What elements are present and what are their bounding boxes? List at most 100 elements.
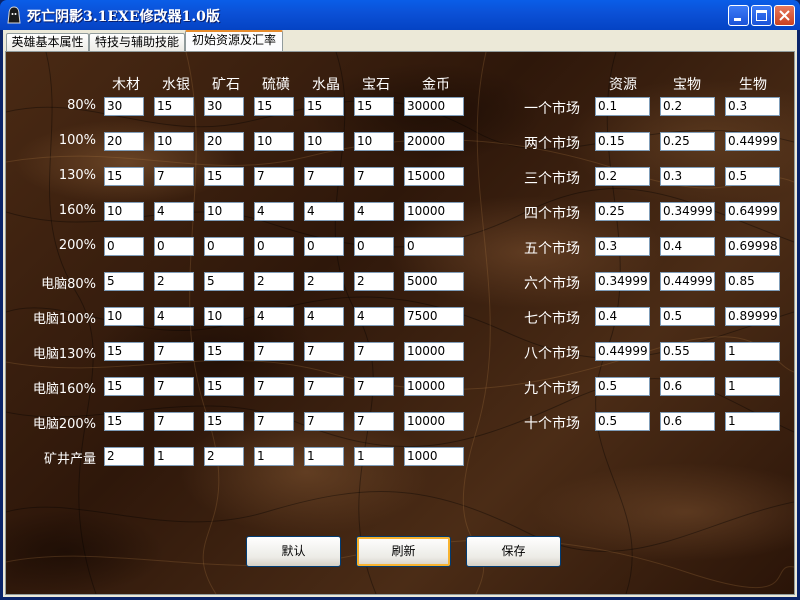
resource-input[interactable]: 15 xyxy=(204,167,244,186)
resource-input[interactable]: 5000 xyxy=(404,272,464,291)
resource-input[interactable]: 15 xyxy=(104,167,144,186)
exchange-rate-input[interactable]: 0.44999 xyxy=(595,342,650,361)
resource-input[interactable]: 1 xyxy=(154,447,194,466)
exchange-rate-input[interactable]: 0.89999 xyxy=(725,307,780,326)
resource-input[interactable]: 7 xyxy=(304,377,344,396)
resource-input[interactable]: 7 xyxy=(354,377,394,396)
resource-input[interactable]: 2 xyxy=(304,272,344,291)
resource-input[interactable]: 5 xyxy=(104,272,144,291)
resource-input[interactable]: 4 xyxy=(154,307,194,326)
exchange-rate-input[interactable]: 0.3 xyxy=(595,237,650,256)
resource-input[interactable]: 10 xyxy=(104,307,144,326)
resource-input[interactable]: 10000 xyxy=(404,412,464,431)
resource-input[interactable]: 4 xyxy=(254,307,294,326)
exchange-rate-input[interactable]: 0.69998 xyxy=(725,237,780,256)
exchange-rate-input[interactable]: 0.64999 xyxy=(725,202,780,221)
exchange-rate-input[interactable]: 0.3 xyxy=(660,167,715,186)
resource-input[interactable]: 30000 xyxy=(404,97,464,116)
resource-input[interactable]: 4 xyxy=(354,202,394,221)
resource-input[interactable]: 4 xyxy=(304,202,344,221)
exchange-rate-input[interactable]: 0.5 xyxy=(595,377,650,396)
resource-input[interactable]: 10000 xyxy=(404,202,464,221)
resource-input[interactable]: 7 xyxy=(254,167,294,186)
resource-input[interactable]: 7 xyxy=(304,342,344,361)
resource-input[interactable]: 2 xyxy=(154,272,194,291)
exchange-rate-input[interactable]: 0.85 xyxy=(725,272,780,291)
resource-input[interactable]: 7 xyxy=(154,412,194,431)
exchange-rate-input[interactable]: 0.25 xyxy=(595,202,650,221)
resource-input[interactable]: 10000 xyxy=(404,377,464,396)
exchange-rate-input[interactable]: 0.2 xyxy=(595,167,650,186)
resource-input[interactable]: 15 xyxy=(104,377,144,396)
exchange-rate-input[interactable]: 0.6 xyxy=(660,412,715,431)
resource-input[interactable]: 7 xyxy=(254,342,294,361)
resource-input[interactable]: 4 xyxy=(254,202,294,221)
resource-input[interactable]: 2 xyxy=(254,272,294,291)
resource-input[interactable]: 4 xyxy=(304,307,344,326)
resource-input[interactable]: 7 xyxy=(254,377,294,396)
title-bar[interactable]: 死亡阴影3.1EXE修改器1.0版 xyxy=(0,0,800,30)
resource-input[interactable]: 7 xyxy=(354,167,394,186)
resource-input[interactable]: 15 xyxy=(354,97,394,116)
exchange-rate-input[interactable]: 0.44999 xyxy=(725,132,780,151)
exchange-rate-input[interactable]: 0.1 xyxy=(595,97,650,116)
maximize-button[interactable] xyxy=(751,5,772,26)
exchange-rate-input[interactable]: 0.15 xyxy=(595,132,650,151)
tab-resources-rates[interactable]: 初始资源及汇率 xyxy=(185,30,283,51)
exchange-rate-input[interactable]: 0.6 xyxy=(660,377,715,396)
exchange-rate-input[interactable]: 1 xyxy=(725,342,780,361)
resource-input[interactable]: 10 xyxy=(354,132,394,151)
resource-input[interactable]: 0 xyxy=(354,237,394,256)
exchange-rate-input[interactable]: 1 xyxy=(725,412,780,431)
resource-input[interactable]: 30 xyxy=(204,97,244,116)
resource-input[interactable]: 7 xyxy=(154,342,194,361)
exchange-rate-input[interactable]: 0.55 xyxy=(660,342,715,361)
resource-input[interactable]: 0 xyxy=(204,237,244,256)
resource-input[interactable]: 15 xyxy=(104,342,144,361)
resource-input[interactable]: 10 xyxy=(304,132,344,151)
resource-input[interactable]: 20 xyxy=(204,132,244,151)
exchange-rate-input[interactable]: 0.5 xyxy=(595,412,650,431)
resource-input[interactable]: 7 xyxy=(154,167,194,186)
exchange-rate-input[interactable]: 0.3 xyxy=(725,97,780,116)
resource-input[interactable]: 10 xyxy=(104,202,144,221)
resource-input[interactable]: 0 xyxy=(304,237,344,256)
resource-input[interactable]: 10 xyxy=(204,307,244,326)
resource-input[interactable]: 5 xyxy=(204,272,244,291)
exchange-rate-input[interactable]: 0.5 xyxy=(660,307,715,326)
resource-input[interactable]: 7 xyxy=(304,412,344,431)
resource-input[interactable]: 2 xyxy=(354,272,394,291)
exchange-rate-input[interactable]: 0.34999 xyxy=(660,202,715,221)
resource-input[interactable]: 10 xyxy=(204,202,244,221)
resource-input[interactable]: 30 xyxy=(104,97,144,116)
resource-input[interactable]: 15000 xyxy=(404,167,464,186)
exchange-rate-input[interactable]: 0.5 xyxy=(725,167,780,186)
exchange-rate-input[interactable]: 0.25 xyxy=(660,132,715,151)
resource-input[interactable]: 15 xyxy=(204,377,244,396)
resource-input[interactable]: 20 xyxy=(104,132,144,151)
close-button[interactable] xyxy=(774,5,795,26)
resource-input[interactable]: 0 xyxy=(154,237,194,256)
resource-input[interactable]: 15 xyxy=(304,97,344,116)
resource-input[interactable]: 10000 xyxy=(404,342,464,361)
resource-input[interactable]: 7 xyxy=(154,377,194,396)
resource-input[interactable]: 10 xyxy=(254,132,294,151)
resource-input[interactable]: 15 xyxy=(204,342,244,361)
exchange-rate-input[interactable]: 0.34999 xyxy=(595,272,650,291)
resource-input[interactable]: 0 xyxy=(404,237,464,256)
exchange-rate-input[interactable]: 1 xyxy=(725,377,780,396)
resource-input[interactable]: 7 xyxy=(354,412,394,431)
resource-input[interactable]: 7500 xyxy=(404,307,464,326)
tab-specialty-skills[interactable]: 特技与辅助技能 xyxy=(89,33,185,51)
resource-input[interactable]: 1 xyxy=(354,447,394,466)
resource-input[interactable]: 20000 xyxy=(404,132,464,151)
resource-input[interactable]: 4 xyxy=(354,307,394,326)
resource-input[interactable]: 1 xyxy=(304,447,344,466)
exchange-rate-input[interactable]: 0.2 xyxy=(660,97,715,116)
refresh-button[interactable]: 刷新 xyxy=(356,536,451,567)
resource-input[interactable]: 0 xyxy=(104,237,144,256)
exchange-rate-input[interactable]: 0.4 xyxy=(660,237,715,256)
default-button[interactable]: 默认 xyxy=(246,536,341,567)
resource-input[interactable]: 15 xyxy=(254,97,294,116)
resource-input[interactable]: 7 xyxy=(254,412,294,431)
